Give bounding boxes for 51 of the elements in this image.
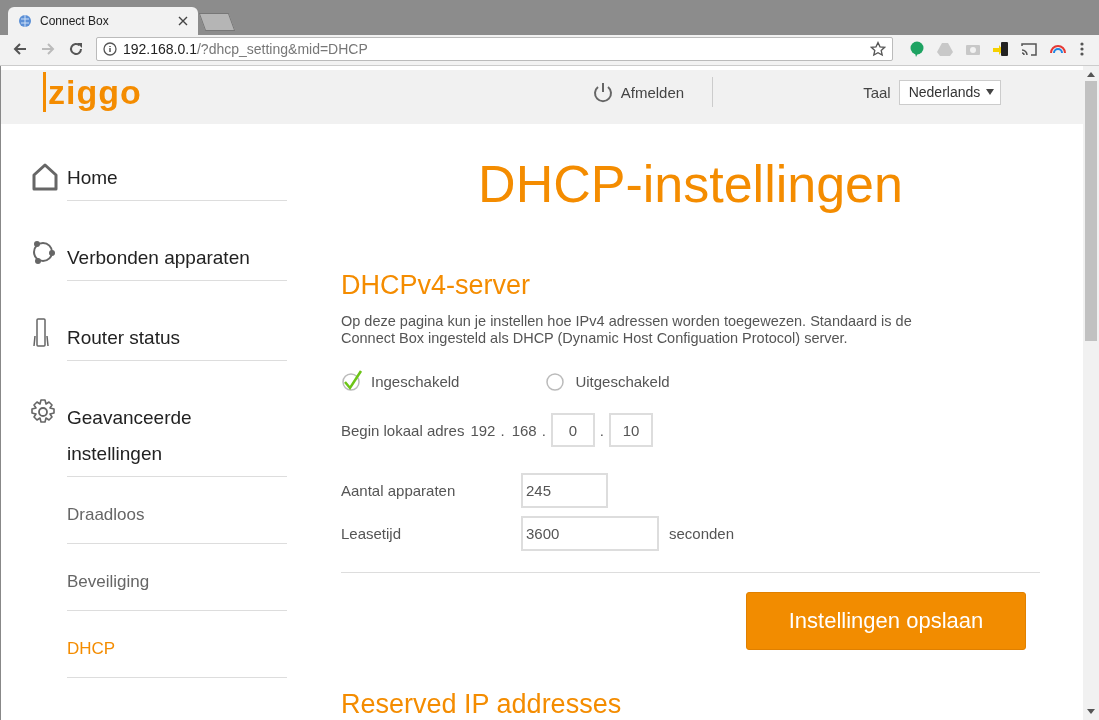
field-label: Aantal apparaten (341, 482, 457, 499)
menu-icon[interactable] (1079, 40, 1085, 57)
scrollbar[interactable] (1083, 66, 1099, 720)
browser-tab[interactable]: Connect Box (8, 7, 198, 35)
gear-icon (29, 398, 57, 426)
sidebar-subitem[interactable]: Draadloos (67, 477, 287, 544)
tab-title: Connect Box (40, 14, 109, 28)
scroll-down-icon[interactable] (1087, 709, 1095, 714)
unit-label: seconden (669, 525, 735, 542)
language-label: Taal (863, 83, 891, 101)
sidebar-subitem[interactable]: Beveiliging (67, 544, 287, 611)
address-bar[interactable]: 192.168.0.1/?dhcp_setting&mid=DHCP (96, 36, 893, 61)
radio-label: Uitgeschakeld (575, 372, 670, 390)
scroll-up-icon[interactable] (1087, 72, 1095, 77)
field-label: Leasetijd (341, 525, 403, 542)
language-dropdown[interactable]: Nederlands (898, 79, 1002, 105)
sidebar-item[interactable]: Geavanceerde instellingen (29, 361, 288, 477)
ip-octet-field[interactable]: 0 (550, 413, 595, 447)
ip-octet: 168 (511, 421, 537, 439)
close-icon[interactable] (178, 16, 188, 26)
sidebar-item[interactable]: Verbonden apparaten (29, 201, 288, 281)
globe-icon (18, 14, 32, 28)
section-heading: Reserved IP addresses (341, 688, 623, 720)
speech-bubble-icon[interactable] (909, 40, 925, 57)
dot-separator: . (500, 421, 505, 439)
description-text: Op deze pagina kun je instellen hoe IPv4 adressen worden toegewezen. Standaard is de Connect Box ingesteld als DHCP (Dynamic Host Configuation Protocol) server. (341, 313, 913, 347)
dot-separator: . (541, 421, 546, 439)
dot-separator: . (599, 421, 604, 439)
star-icon[interactable] (870, 40, 886, 57)
logout-button[interactable]: Afmelden (591, 77, 714, 107)
ip-octet-field[interactable]: 10 (609, 413, 653, 447)
radio-label: Ingeschakeld (371, 372, 460, 390)
info-icon (103, 41, 117, 56)
ip-octet: 192 (470, 421, 496, 439)
url-text: 192.168.0.1/?dhcp_setting&mid=DHCP (123, 40, 368, 57)
scroll-thumb[interactable] (1085, 81, 1097, 341)
caret-icon (986, 88, 995, 95)
section-heading: DHCPv4-server (341, 269, 532, 301)
reload-icon[interactable] (68, 40, 84, 57)
page-title: DHCP-instellingen (477, 154, 904, 214)
field-label: Begin lokaal adres (341, 421, 465, 439)
sidebar-item[interactable]: Router status (29, 281, 288, 361)
back-icon[interactable] (12, 40, 28, 57)
cast-icon[interactable] (1021, 40, 1037, 57)
radio-option[interactable]: Uitgeschakeld (545, 370, 670, 392)
phone-icon[interactable] (993, 40, 1009, 57)
device-count-field[interactable]: 245 (521, 473, 608, 508)
power-icon (591, 81, 614, 103)
lease-time-field[interactable]: 3600 (521, 516, 659, 551)
sidebar-item[interactable]: Home (29, 124, 288, 201)
radio-option[interactable]: Ingeschakeld (341, 370, 460, 392)
